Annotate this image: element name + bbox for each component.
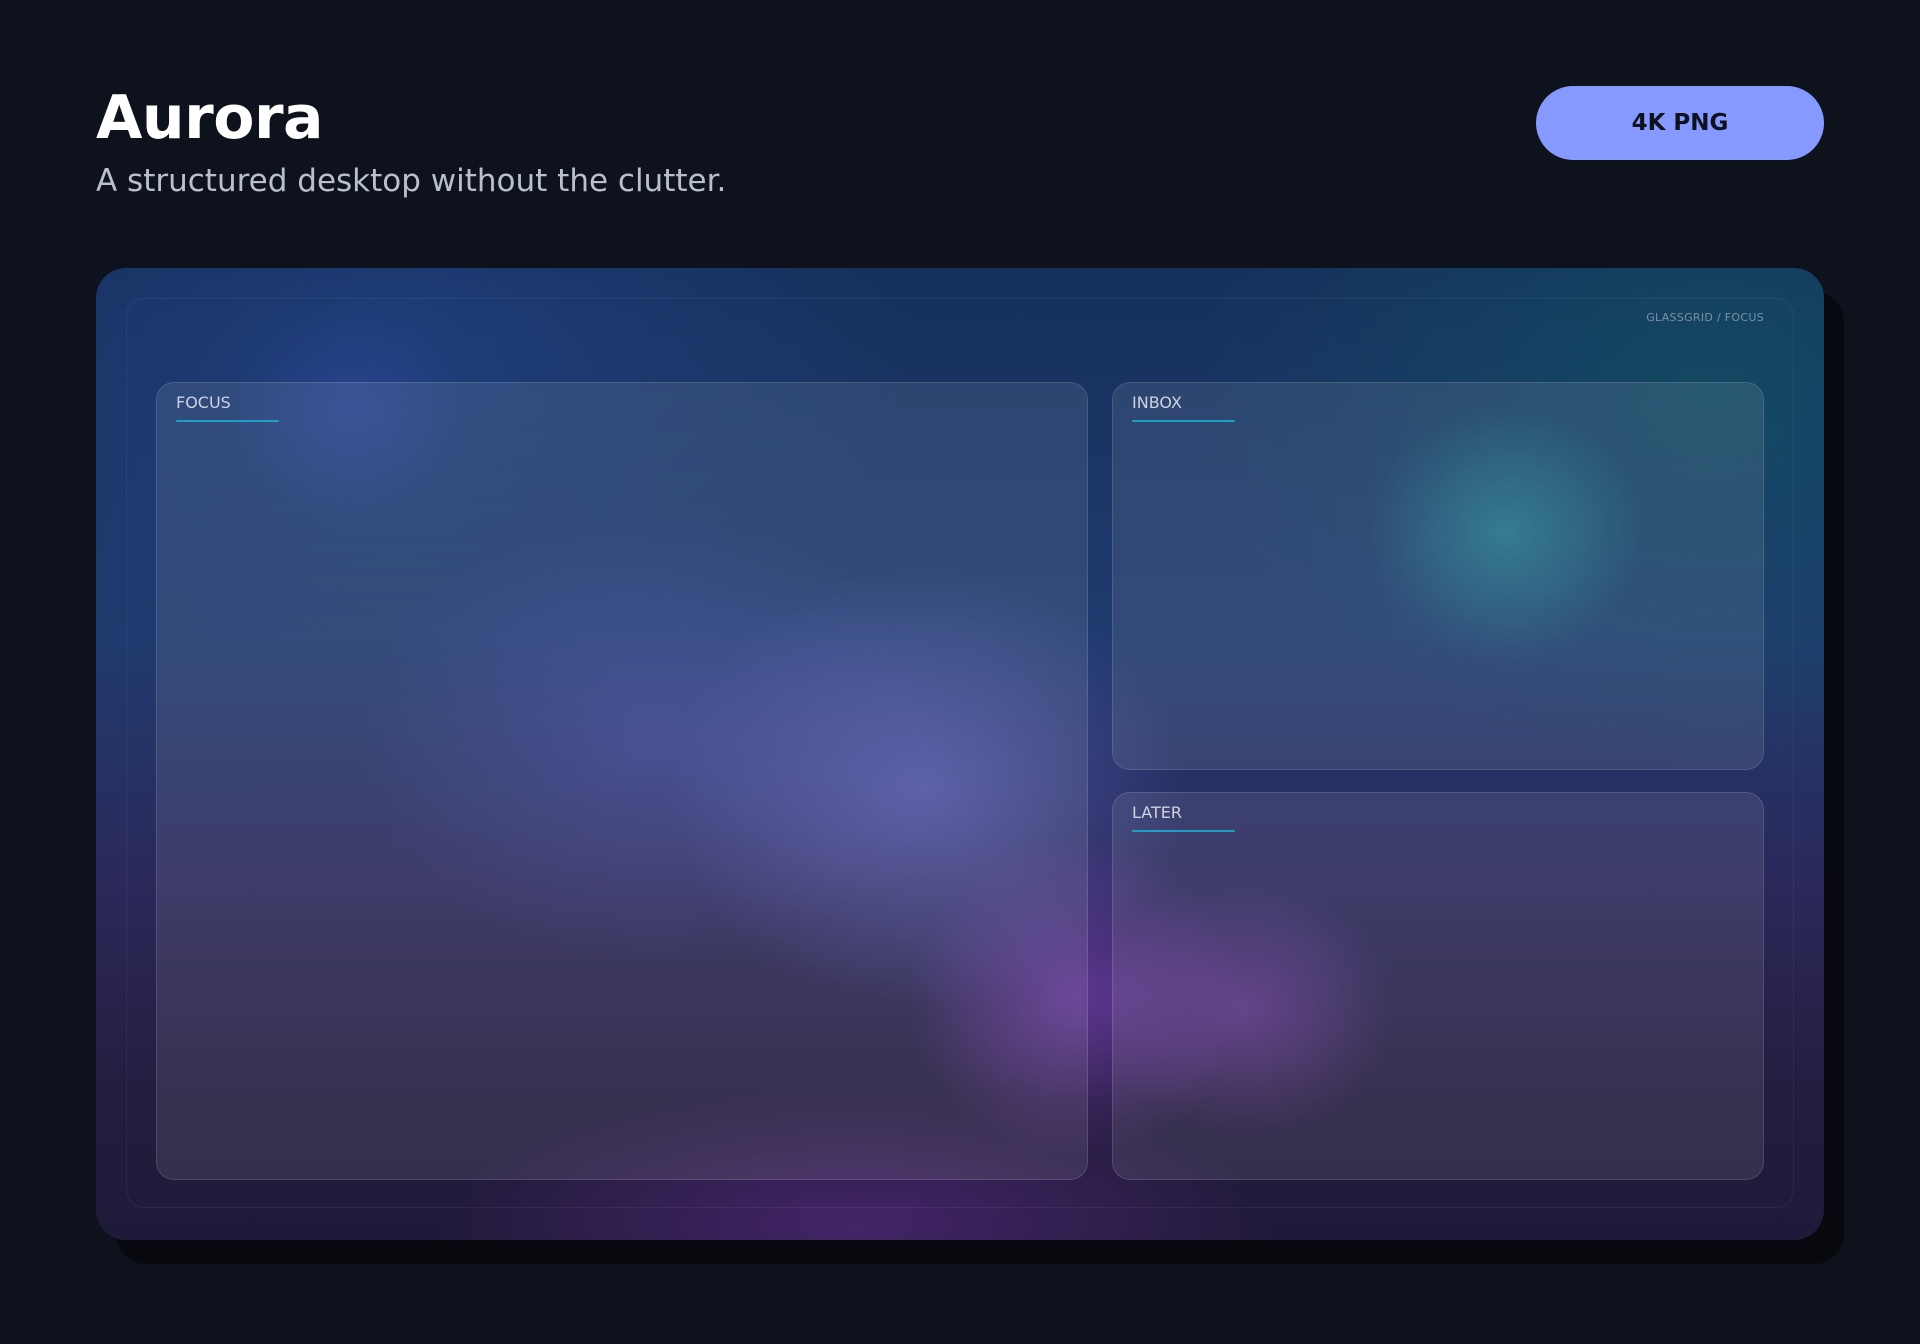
panel-inbox: INBOX [1112, 382, 1764, 770]
panel-later-label: LATER [1132, 803, 1182, 822]
panel-later-underline [1132, 830, 1235, 832]
wallpaper-preview: GLASSGRID / FOCUS FOCUS INBOX LATER [96, 268, 1824, 1240]
panel-focus-underline [176, 420, 279, 422]
download-4k-png-button[interactable]: 4K PNG [1536, 86, 1824, 160]
panel-later: LATER [1112, 792, 1764, 1180]
page-title: Aurora [96, 83, 324, 153]
page-subtitle: A structured desktop without the clutter… [96, 163, 727, 199]
brand-label: GLASSGRID / FOCUS [1646, 311, 1764, 324]
panel-inbox-label: INBOX [1132, 393, 1182, 412]
panel-focus: FOCUS [156, 382, 1088, 1180]
panel-focus-label: FOCUS [176, 393, 231, 412]
panel-inbox-underline [1132, 420, 1235, 422]
